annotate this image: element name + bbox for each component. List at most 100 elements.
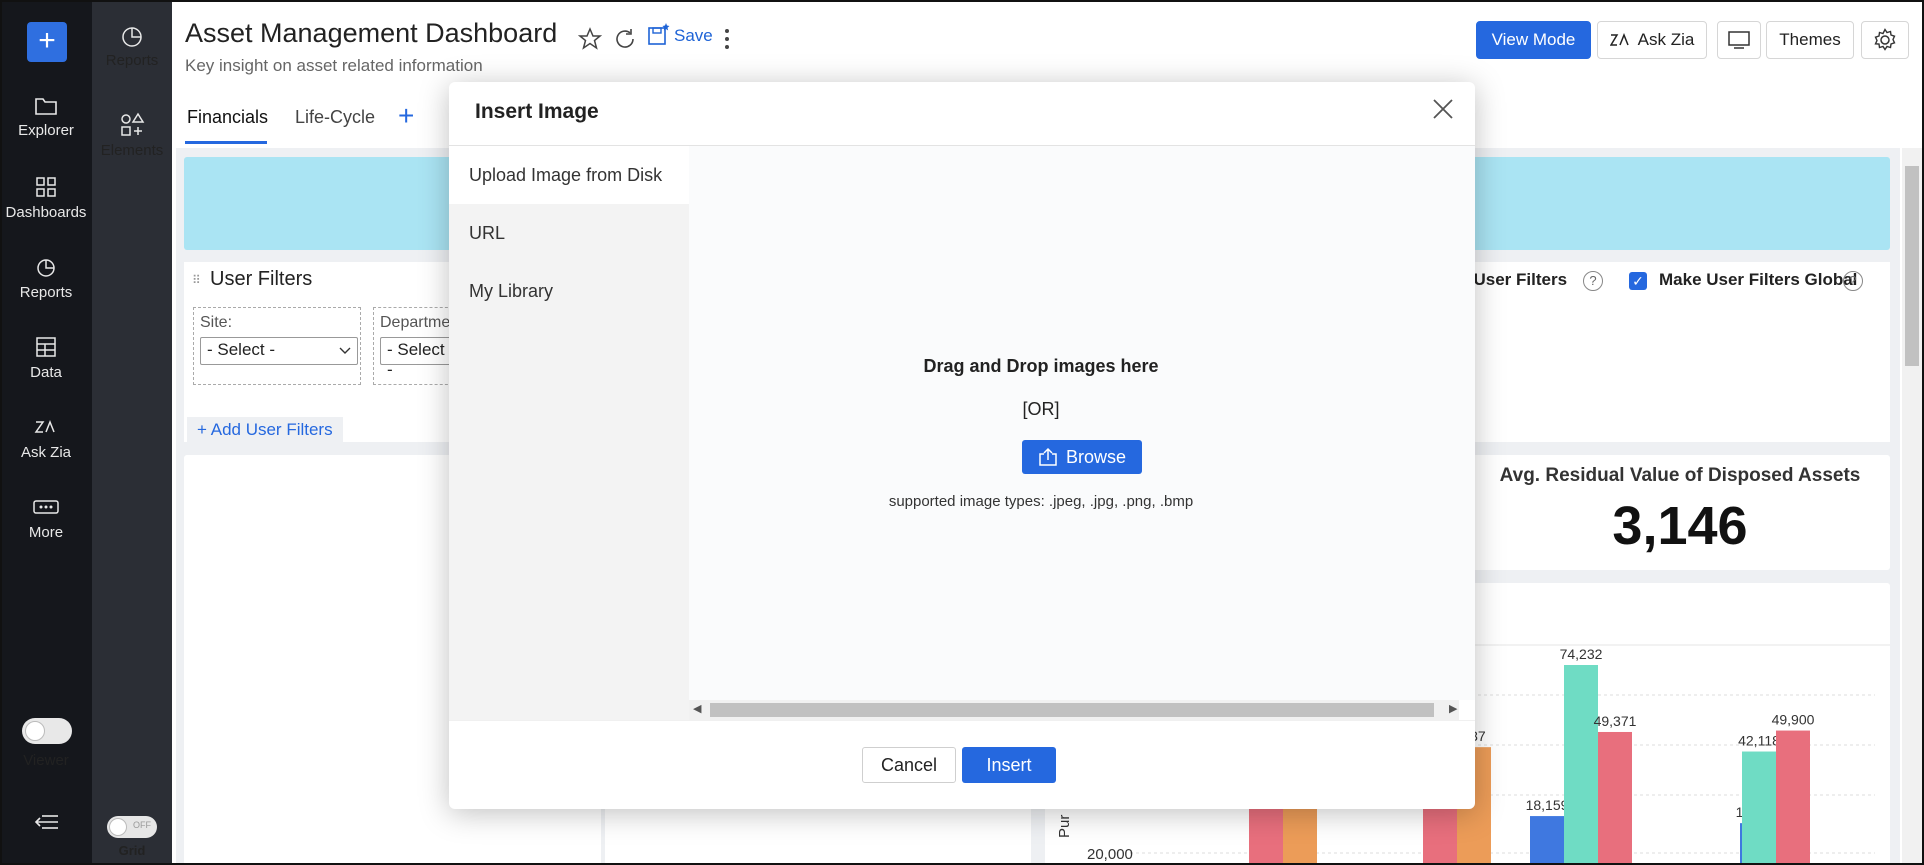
chevron-down-icon: [339, 347, 351, 354]
refresh-icon[interactable]: [613, 27, 637, 51]
subnav-elements-label: Elements: [100, 142, 164, 159]
nav-explorer[interactable]: Explorer: [0, 96, 92, 139]
add-user-filters-label: Add User Filters: [210, 420, 333, 439]
monitor-icon: [1728, 31, 1750, 49]
subnav-elements[interactable]: Elements: [92, 112, 172, 159]
help-icon[interactable]: ?: [1843, 271, 1863, 291]
filter-department: Departme - Select -: [373, 307, 460, 385]
tab-financials[interactable]: Financials: [187, 107, 268, 128]
drag-drop-text: Drag and Drop images here: [923, 356, 1159, 376]
nav-explorer-label: Explorer: [18, 122, 74, 139]
subnav-reports-label: Reports: [105, 52, 159, 69]
viewer-toggle[interactable]: [22, 718, 72, 744]
collapse-menu-icon[interactable]: [34, 812, 60, 832]
drag-handle-icon[interactable]: ⠿: [192, 273, 201, 287]
grid-label: Grid: [118, 843, 146, 858]
chart-bar[interactable]: [1564, 665, 1598, 865]
sidebar-item-url[interactable]: URL: [449, 204, 689, 262]
department-select[interactable]: - Select -: [380, 337, 460, 379]
nav-more-label: More: [28, 524, 64, 541]
browse-button[interactable]: Browse: [1022, 440, 1142, 474]
dialog-footer-divider: [449, 720, 1475, 721]
add-tab-button[interactable]: +: [398, 100, 414, 132]
data-label: 74,232: [1560, 646, 1603, 662]
user-filters-title: User Filters: [210, 268, 313, 290]
nav-dashboards[interactable]: Dashboards: [0, 176, 92, 221]
zia-icon: [34, 419, 55, 433]
chart-bar[interactable]: [1598, 731, 1632, 865]
save-label: Save: [674, 26, 713, 45]
nav-ask-zia-label: Ask Zia: [20, 444, 71, 461]
kpi-value: 3,146: [1612, 496, 1748, 556]
data-label: 18,159: [1526, 797, 1569, 813]
data-label: 10,536: [1418, 860, 1461, 865]
reports-icon: [37, 259, 55, 277]
upload-icon: [1039, 447, 1057, 466]
pie-chart-icon: [122, 27, 142, 47]
settings-button[interactable]: [1861, 21, 1909, 59]
vertical-scrollbar-thumb[interactable]: [1905, 166, 1919, 366]
add-user-filters-link[interactable]: + Add User Filters: [187, 417, 343, 442]
more-icon: [33, 500, 59, 514]
browse-label: Browse: [1065, 446, 1127, 467]
cancel-button[interactable]: Cancel: [862, 747, 956, 783]
horizontal-scrollbar-thumb[interactable]: [710, 703, 1434, 717]
chart-bar[interactable]: [1776, 730, 1810, 865]
scroll-right-arrow-icon[interactable]: ▶: [1449, 702, 1457, 715]
subnav-reports[interactable]: Reports: [92, 24, 172, 69]
zia-icon: [1609, 33, 1629, 46]
y-axis-title: Pur: [1056, 815, 1073, 838]
supported-types-text: supported image types: .jpeg, .jpg, .png…: [888, 493, 1194, 510]
filter-site: Site: - Select -: [193, 307, 361, 385]
nav-data[interactable]: Data: [0, 336, 92, 381]
themes-button[interactable]: Themes: [1766, 21, 1854, 59]
data-label: 49,371: [1594, 713, 1637, 729]
table-icon: [36, 337, 56, 357]
page-subtitle: Key insight on asset related information: [185, 56, 483, 75]
tab-life-cycle[interactable]: Life-Cycle: [295, 107, 375, 128]
star-icon[interactable]: [578, 27, 602, 51]
dialog-title: Insert Image: [475, 100, 599, 123]
close-icon[interactable]: [1432, 98, 1454, 120]
image-drop-zone[interactable]: [689, 146, 1475, 700]
ask-zia-button[interactable]: Ask Zia: [1597, 21, 1707, 59]
create-new-button[interactable]: +: [27, 22, 67, 62]
chart-bar[interactable]: [1530, 816, 1564, 865]
nav-reports[interactable]: Reports: [0, 256, 92, 301]
scroll-left-arrow-icon[interactable]: ◀: [693, 702, 701, 715]
data-label: 10,857: [1247, 860, 1290, 865]
global-filters-checkbox[interactable]: ✓: [1629, 272, 1647, 290]
help-icon[interactable]: ?: [1583, 271, 1603, 291]
save-button[interactable]: Save: [648, 22, 713, 46]
nav-more[interactable]: More: [0, 496, 92, 541]
page-title: Asset Management Dashboard: [185, 18, 558, 48]
global-filters-label: Make User Filters Global: [1659, 270, 1858, 289]
nav-reports-label: Reports: [19, 284, 73, 301]
dashboards-icon: [36, 177, 56, 197]
plus-icon: +: [197, 420, 207, 439]
or-separator: [OR]: [1022, 399, 1060, 419]
presentation-button[interactable]: [1717, 21, 1761, 59]
sidebar-item-upload-from-disk[interactable]: Upload Image from Disk: [449, 146, 689, 204]
filter-site-label: Site:: [200, 314, 233, 331]
nav-ask-zia[interactable]: Ask Zia: [0, 416, 92, 461]
kpi-title: Avg. Residual Value of Disposed Assets: [1499, 465, 1861, 486]
folder-icon: [35, 98, 57, 115]
elements-icon: [121, 112, 145, 136]
filter-department-label: Departme: [380, 314, 451, 331]
more-options-icon[interactable]: [722, 27, 732, 51]
gear-icon: [1874, 28, 1896, 51]
grid-toggle[interactable]: OFF: [107, 816, 157, 838]
insert-button[interactable]: Insert: [962, 747, 1056, 783]
data-label: 42,118: [1738, 733, 1780, 749]
viewer-label: Viewer: [23, 752, 69, 769]
nav-data-label: Data: [30, 364, 62, 381]
chart-bar[interactable]: [1742, 751, 1776, 865]
sidebar-item-my-library[interactable]: My Library: [449, 262, 689, 320]
nav-dashboards-label: Dashboards: [5, 204, 87, 221]
department-select-value: - Select -: [387, 340, 445, 379]
view-mode-button[interactable]: View Mode: [1476, 21, 1591, 59]
grid-toggle-state: OFF: [133, 820, 151, 830]
site-select[interactable]: - Select -: [200, 337, 358, 365]
save-icon: [648, 23, 670, 45]
